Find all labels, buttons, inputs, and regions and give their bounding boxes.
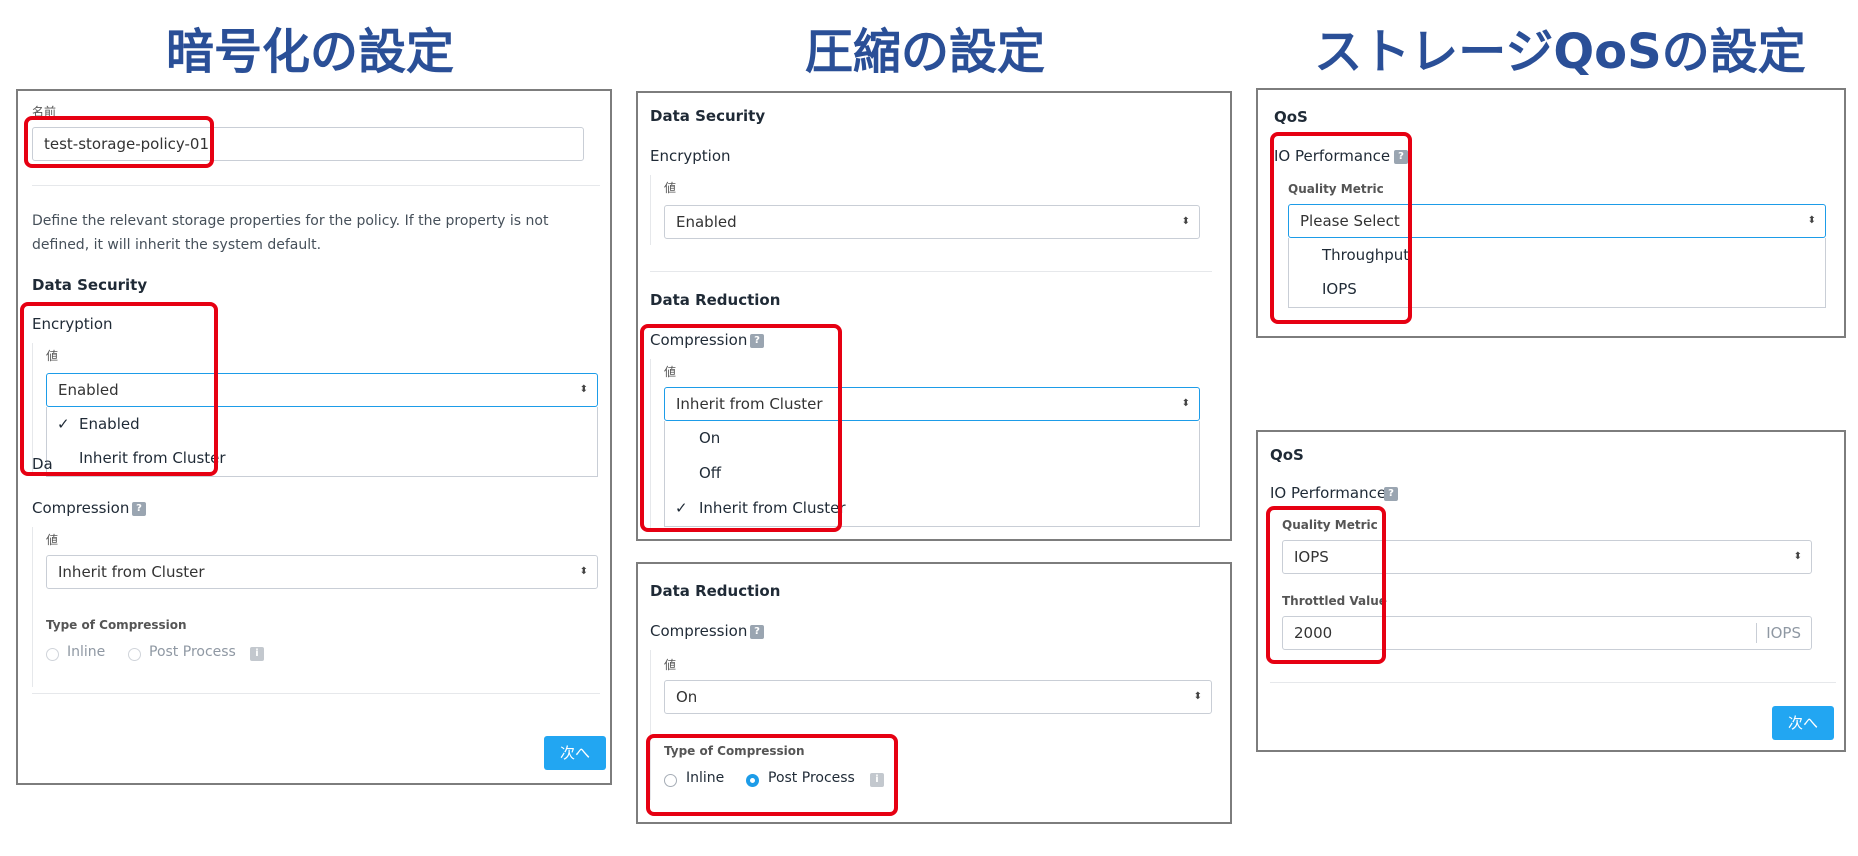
divider [32, 185, 600, 186]
select-arrow-icon: ⬍ [579, 566, 588, 577]
highlight-quality-metric-dropdown [1270, 132, 1412, 324]
qos-heading: ストレージQoSの設定 [1314, 24, 1806, 80]
compression-label: Compression [32, 499, 130, 517]
indent-line [32, 527, 33, 687]
unit-separator [1756, 623, 1757, 643]
radio-inline-label: Inline [67, 644, 106, 660]
compression-select-value: Inherit from Cluster [58, 563, 205, 581]
divider [650, 271, 1212, 272]
data-reduction-section-title: Data Reduction [650, 291, 781, 309]
iops-unit: IOPS [1766, 624, 1801, 642]
policy-description: Define the relevant storage properties f… [32, 213, 549, 253]
encryption-select[interactable]: Enabled ⬍ [664, 205, 1200, 239]
highlight-compression-dropdown [640, 324, 842, 532]
encryption-heading: 暗号化の設定 [165, 24, 454, 80]
select-arrow-icon: ⬍ [1807, 215, 1816, 226]
highlight-quality-metric-and-throttled-value [1266, 506, 1386, 664]
divider [32, 693, 600, 694]
select-arrow-icon: ⬍ [1793, 551, 1802, 562]
encryption-value-label: 値 [664, 181, 677, 195]
radio-post-process[interactable] [128, 648, 141, 661]
select-arrow-icon: ⬍ [1181, 398, 1190, 409]
highlight-type-of-compression [646, 734, 898, 816]
qos-section-title: QoS [1274, 108, 1308, 126]
data-security-section-title: Data Security [650, 107, 766, 125]
compression-label: Compression [650, 622, 748, 640]
compression-select[interactable]: On ⬍ [664, 680, 1212, 714]
select-arrow-icon: ⬍ [1181, 216, 1190, 227]
indent-line [650, 175, 651, 245]
divider [1270, 682, 1836, 683]
io-performance-label: IO Performance [1270, 484, 1387, 502]
select-arrow-icon: ⬍ [579, 384, 588, 395]
encryption-select-value: Enabled [676, 213, 737, 231]
select-arrow-icon: ⬍ [1193, 691, 1202, 702]
type-of-compression-label: Type of Compression [46, 618, 187, 632]
data-reduction-section-title: Data Reduction [650, 582, 781, 600]
compression-heading: 圧縮の設定 [804, 24, 1045, 80]
data-security-section-title: Data Security [32, 276, 148, 294]
help-icon[interactable]: ? [1384, 487, 1398, 501]
highlight-encryption [20, 302, 218, 476]
compression-select[interactable]: Inherit from Cluster ⬍ [46, 555, 598, 589]
help-icon[interactable]: ? [132, 502, 146, 516]
compression-value-label: 値 [46, 533, 59, 547]
next-button[interactable]: 次へ [1772, 706, 1834, 740]
highlight-name [24, 116, 214, 168]
next-button[interactable]: 次へ [544, 736, 606, 770]
help-icon[interactable]: ? [750, 625, 764, 639]
radio-inline[interactable] [46, 648, 59, 661]
radio-post-process-label: Post Process [149, 644, 236, 660]
compression-select-value: On [676, 688, 698, 706]
qos-section-title: QoS [1270, 446, 1304, 464]
encryption-label: Encryption [650, 147, 731, 165]
info-icon[interactable]: i [250, 647, 264, 661]
compression-value-label: 値 [664, 658, 677, 672]
